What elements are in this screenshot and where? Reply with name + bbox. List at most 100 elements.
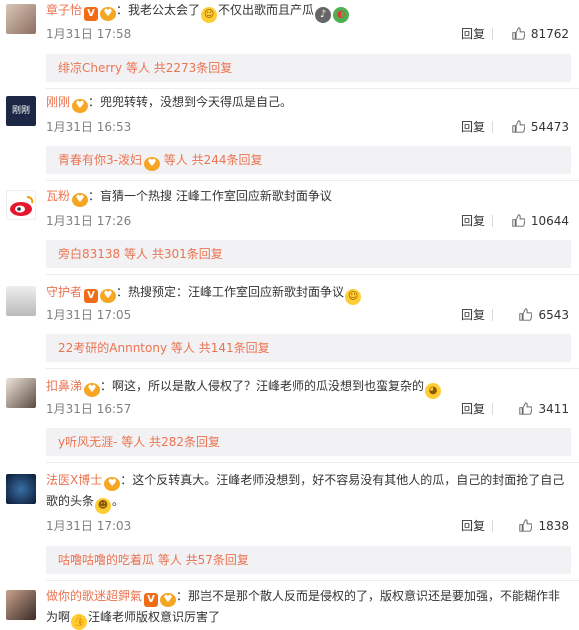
comment-line: 守护者 V ♥ ：热搜预定：汪峰工作室回应新歌封面争议 ☺ bbox=[46, 282, 569, 305]
weibo-logo-icon bbox=[10, 196, 34, 216]
reply-summary-count[interactable]: 等人 共141条回复 bbox=[167, 341, 270, 355]
like-count: 3411 bbox=[538, 402, 569, 416]
reply-summary-count[interactable]: 等人 共2273条回复 bbox=[122, 61, 232, 75]
comment-text: 我老公太会了 bbox=[128, 3, 201, 17]
like-button[interactable]: 1838 bbox=[519, 518, 569, 534]
divider bbox=[46, 368, 579, 369]
yum-emoji-icon: ☺ bbox=[345, 289, 362, 305]
avatar[interactable] bbox=[6, 474, 36, 504]
username-link[interactable]: 刚刚 bbox=[46, 95, 70, 109]
thumbs-up-icon bbox=[519, 308, 533, 321]
fan-badge-icon: ♥ bbox=[160, 593, 177, 607]
thumbs-up-icon bbox=[519, 519, 533, 532]
verified-badge-icon: V bbox=[84, 7, 99, 21]
reply-summary-count[interactable]: 等人 共282条回复 bbox=[117, 435, 220, 449]
reply-button[interactable]: 回复 bbox=[461, 307, 485, 323]
thumbs-up-icon bbox=[512, 120, 525, 133]
divider bbox=[46, 274, 579, 275]
avatar[interactable] bbox=[6, 286, 36, 316]
mic-emoji-icon: ♪ bbox=[315, 7, 332, 23]
fan-badge-icon: ♥ bbox=[72, 193, 89, 207]
like-count: 54473 bbox=[530, 120, 569, 134]
divider bbox=[46, 180, 579, 181]
comment-date: 1月31日 17:26 bbox=[46, 214, 132, 228]
reply-summary-user[interactable]: 绯凉Cherry bbox=[58, 61, 122, 75]
avatar[interactable]: 刚刚 bbox=[6, 96, 36, 126]
divider bbox=[46, 88, 579, 89]
avatar[interactable] bbox=[6, 4, 36, 34]
username-link[interactable]: 章子怡 bbox=[46, 3, 82, 17]
avatar[interactable] bbox=[6, 378, 36, 408]
reply-summary[interactable]: 青春有你3-泼妇 ♥ 等人 共244条回复 bbox=[46, 146, 571, 174]
divider bbox=[46, 462, 579, 463]
comment-date: 1月31日 17:03 bbox=[46, 519, 132, 533]
like-button[interactable]: 10644 bbox=[512, 213, 569, 229]
verified-badge-icon: V bbox=[144, 593, 159, 607]
username-link[interactable]: 守护者 bbox=[46, 285, 82, 299]
divider bbox=[46, 580, 579, 581]
comment-text: 热搜预定：汪峰工作室回应新歌封面争议 bbox=[128, 285, 345, 299]
reply-summary-user[interactable]: 旁白83138 bbox=[58, 247, 120, 261]
reply-button[interactable]: 回复 bbox=[461, 401, 485, 417]
comment-text: 盲猜一个热搜 汪峰工作室回应新歌封面争议 bbox=[100, 189, 332, 203]
like-count: 6543 bbox=[538, 308, 569, 322]
comment-line: 瓦粉 ♥ ：盲猜一个热搜 汪峰工作室回应新歌封面争议 bbox=[46, 189, 332, 207]
divider bbox=[492, 403, 493, 415]
reply-summary-count[interactable]: 等人 共244条回复 bbox=[160, 153, 263, 167]
username-link[interactable]: 瓦粉 bbox=[46, 189, 70, 203]
like-button[interactable]: 54473 bbox=[512, 119, 569, 135]
reply-summary[interactable]: 旁白83138 等人 共301条回复 bbox=[46, 240, 571, 268]
comment-line: 刚刚 ♥ ：兜兜转转，没想到今天得瓜是自己。 bbox=[46, 95, 293, 113]
comment-line: 章子怡 V ♥ ：我老公太会了 ☺ 不仅出歌而且产瓜 ♪ ◐ bbox=[46, 0, 569, 23]
fan-badge-icon: ♥ bbox=[72, 99, 89, 113]
reply-summary-user[interactable]: y听风无涯- bbox=[58, 435, 117, 449]
like-count: 81762 bbox=[530, 27, 569, 41]
comment-meta: 1月31日 16:53 回复 54473 bbox=[46, 119, 569, 135]
watermelon-emoji-icon: ◐ bbox=[333, 7, 350, 23]
reply-summary-count[interactable]: 等人 共301条回复 bbox=[120, 247, 223, 261]
reply-summary-user[interactable]: 青春有你3-泼妇 bbox=[58, 153, 142, 167]
reply-summary-user[interactable]: 咕噜咕噜的吃着瓜 bbox=[58, 553, 154, 567]
thumbs-up-icon bbox=[512, 214, 525, 227]
comment-text: 兜兜转转，没想到今天得瓜是自己。 bbox=[100, 95, 293, 109]
avatar[interactable] bbox=[6, 590, 36, 620]
reply-summary[interactable]: 绯凉Cherry 等人 共2273条回复 bbox=[46, 54, 571, 82]
reply-summary-count[interactable]: 等人 共57条回复 bbox=[154, 553, 249, 567]
username-link[interactable]: 扣鼻涕 bbox=[46, 379, 82, 393]
divider bbox=[492, 121, 493, 133]
like-count: 10644 bbox=[530, 214, 569, 228]
username-link[interactable]: 做你的歌迷超鉀氣 bbox=[46, 589, 142, 603]
fan-badge-icon: ♥ bbox=[84, 383, 101, 397]
fan-badge-icon: ♥ bbox=[100, 7, 117, 21]
fan-badge-icon: ♥ bbox=[143, 157, 160, 171]
comment-line: 扣鼻涕 ♥ ：啊这，所以是散人侵权了？汪峰老师的瓜没想到也蛮复杂的 ◕ bbox=[46, 376, 569, 399]
comment-meta: 1月31日 17:58 回复 81762 bbox=[46, 26, 569, 42]
like-button[interactable]: 81762 bbox=[512, 26, 569, 42]
grin-emoji-icon: ☺ bbox=[201, 7, 218, 23]
reply-button[interactable]: 回复 bbox=[461, 26, 485, 42]
doge-emoji-icon: ◕ bbox=[425, 383, 442, 399]
reply-summary[interactable]: 咕噜咕噜的吃着瓜 等人 共57条回复 bbox=[46, 546, 571, 574]
comment-date: 1月31日 17:05 bbox=[46, 308, 132, 322]
reply-summary-user[interactable]: 22考研的Annntony bbox=[58, 341, 167, 355]
comment-date: 1月31日 16:53 bbox=[46, 120, 132, 134]
thumbs-up-icon bbox=[512, 27, 525, 40]
reply-button[interactable]: 回复 bbox=[461, 213, 485, 229]
like-button[interactable]: 6543 bbox=[519, 307, 569, 323]
laugh-cry-emoji-icon: ☻ bbox=[95, 498, 112, 514]
comment-meta: 1月31日 17:05 回复 6543 bbox=[46, 307, 569, 323]
verified-badge-icon: V bbox=[84, 289, 99, 303]
divider bbox=[492, 520, 493, 532]
username-link[interactable]: 法医X博士 bbox=[46, 473, 102, 487]
like-count: 1838 bbox=[538, 519, 569, 533]
comment-text-after: 不仅出歌而且产瓜 bbox=[218, 3, 315, 17]
avatar[interactable] bbox=[6, 190, 36, 220]
reply-button[interactable]: 回复 bbox=[461, 119, 485, 135]
reply-summary[interactable]: 22考研的Annntony 等人 共141条回复 bbox=[46, 334, 571, 362]
reply-summary[interactable]: y听风无涯- 等人 共282条回复 bbox=[46, 428, 571, 456]
like-button[interactable]: 3411 bbox=[519, 401, 569, 417]
reply-button[interactable]: 回复 bbox=[461, 518, 485, 534]
comment-text: 啊这，所以是散人侵权了？汪峰老师的瓜没想到也蛮复杂的 bbox=[112, 379, 425, 393]
divider bbox=[492, 309, 493, 321]
comment-date: 1月31日 16:57 bbox=[46, 402, 132, 416]
